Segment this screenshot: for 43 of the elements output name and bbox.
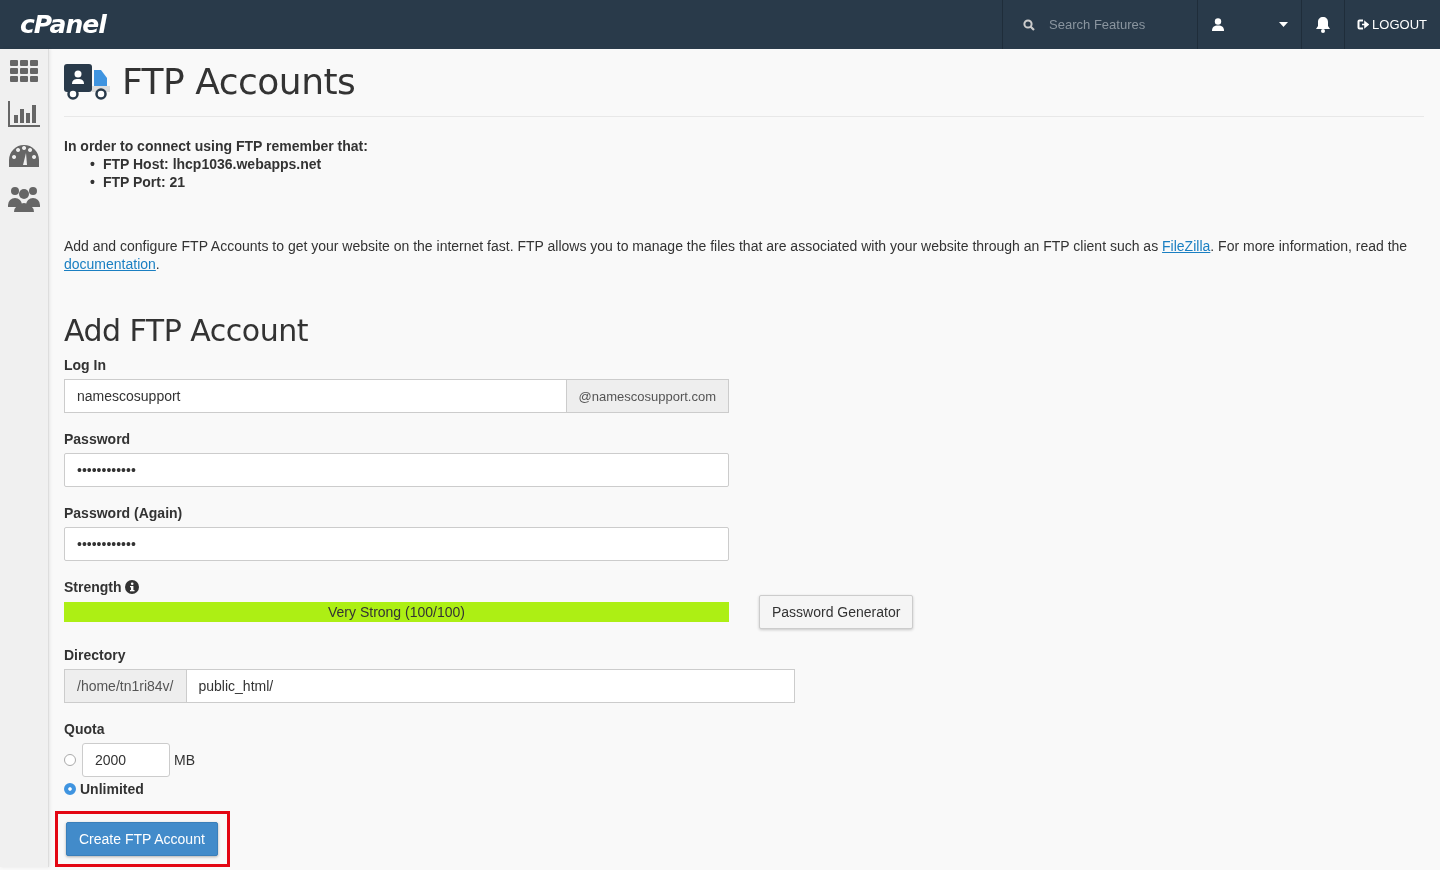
login-field[interactable]: namescosupport	[64, 379, 566, 413]
directory-field[interactable]: public_html/	[185, 669, 795, 703]
bullet: •	[90, 155, 95, 173]
domain-suffix: @namescosupport.com	[565, 379, 729, 413]
field-label: Quota	[64, 721, 106, 737]
section-title: Add FTP Account	[64, 313, 309, 348]
search-field[interactable]: Search Features	[1047, 16, 1172, 33]
quota-field[interactable]: 2000	[82, 743, 170, 777]
field-label: Strength	[64, 579, 122, 595]
page-title: FTP Accounts	[122, 61, 356, 102]
bullet: •	[90, 173, 95, 191]
caret-icon[interactable]	[1279, 22, 1289, 27]
password-field[interactable]: ••••••••••••	[64, 453, 729, 487]
search-icon	[1023, 18, 1036, 31]
home-path: /home/tn1ri84v/	[64, 669, 186, 703]
radio-button[interactable]	[64, 754, 76, 766]
help-link[interactable]: documentation	[64, 256, 156, 272]
radio-button[interactable]	[64, 783, 76, 795]
user-icon[interactable]	[1212, 18, 1225, 31]
apps-grid-icon[interactable]	[9, 59, 39, 83]
password-field[interactable]: ••••••••••••	[64, 527, 729, 561]
bar-chart-icon[interactable]	[8, 101, 40, 127]
password-generator-button[interactable]: Password Generator	[759, 595, 914, 629]
logout-button[interactable]: LOGOUT	[1357, 17, 1427, 32]
truck-icon	[64, 63, 110, 100]
gauge-icon[interactable]	[9, 145, 39, 167]
ftp-info-item: FTP Host: lhcp1036.webapps.net	[102, 155, 322, 173]
unit-label: MB	[174, 752, 195, 768]
logout-icon	[1357, 19, 1370, 30]
info-icon[interactable]	[125, 580, 140, 594]
cpanel-logo[interactable]: cPanel	[20, 10, 1003, 39]
users-icon[interactable]	[8, 185, 40, 213]
field-label: Log In	[64, 357, 107, 373]
radio-label: Unlimited	[80, 781, 144, 797]
bell-icon[interactable]	[1316, 16, 1331, 33]
field-label: Password	[64, 431, 132, 447]
notice-heading: In order to connect using FTP remember that:	[64, 137, 369, 155]
field-label: Password (Again)	[64, 505, 184, 521]
strength-reading: Very Strong (100/100)	[327, 603, 466, 622]
ftp-info-item: FTP Port: 21	[102, 173, 186, 191]
create-account-button[interactable]: Create FTP Account	[66, 822, 218, 856]
description-text: Add and configure FTP Accounts to get your website on the internet fast. FTP allows you to manage the files that are associated with your website through an FTP client such as FileZilla. For more information, read the documentation.	[64, 237, 1409, 273]
field-label: Directory	[64, 647, 127, 663]
